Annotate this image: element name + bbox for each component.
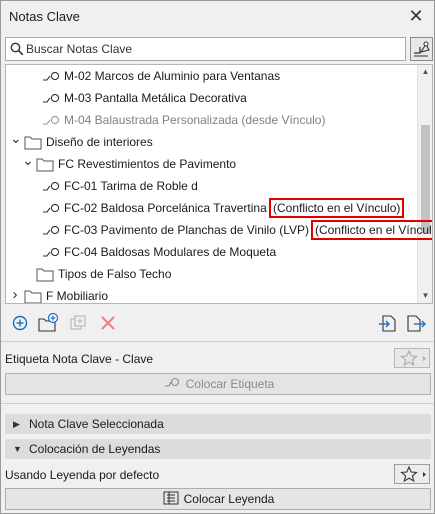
export-icon[interactable] xyxy=(405,312,427,334)
tree-item-label: FC Revestimientos de Pavimento xyxy=(58,157,237,171)
key-note-icon xyxy=(43,93,60,103)
label-section-title: Etiqueta Nota Clave - Clave xyxy=(5,352,154,366)
search-box[interactable] xyxy=(5,37,406,61)
key-note-icon xyxy=(43,115,60,125)
tree-key-note-row[interactable]: M-04 Balaustrada Personalizada (desde Ví… xyxy=(6,109,416,131)
chevron-down-icon[interactable]: ⌄ xyxy=(10,127,22,149)
import-icon[interactable] xyxy=(377,312,399,334)
key-note-icon xyxy=(43,71,60,81)
tree-item-label: FC-03 Pavimento de Planchas de Vinilo (L… xyxy=(64,223,310,237)
key-note-icon xyxy=(43,225,60,235)
tree-item-label: Tipos de Falso Techo xyxy=(58,267,172,281)
delete-icon[interactable] xyxy=(97,312,119,334)
close-icon[interactable]: ✕ xyxy=(406,6,426,26)
legend-favorites-button[interactable] xyxy=(394,464,430,484)
tree-key-note-row[interactable]: FC-01 Tarima de Roble d xyxy=(6,175,416,197)
tree-item-label: F Mobiliario xyxy=(46,289,109,303)
search-icon xyxy=(10,42,24,56)
legend-placement-section[interactable]: ▼ Colocación de Leyendas xyxy=(5,439,431,459)
tree-key-note-row[interactable]: M-02 Marcos de Aluminio para Ventanas xyxy=(6,65,416,87)
place-legend-text: Colocar Leyenda xyxy=(183,492,275,506)
link-conflict-badge: (Conflicto en el Vínculo) xyxy=(311,220,432,240)
tree-key-note-row[interactable]: FC-04 Baldosas Modulares de Moqueta xyxy=(6,241,416,263)
tree-item-label: Diseño de interiores xyxy=(46,135,153,149)
key-note-icon xyxy=(43,181,60,191)
tree-folder-row[interactable]: › F Mobiliario xyxy=(6,284,416,303)
title-bar: Notas Clave ✕ xyxy=(1,1,434,33)
tree-folder-row[interactable]: ⌄ FC Revestimientos de Pavimento xyxy=(6,152,416,175)
legend-section-title: Colocación de Leyendas xyxy=(29,442,161,456)
tree-item-label: FC-02 Baldosa Porcelánica Travertina xyxy=(64,201,267,215)
link-conflict-badge: (Conflicto en el Vínculo) xyxy=(269,198,405,218)
tree-item-label: M-04 Balaustrada Personalizada (desde Ví… xyxy=(64,113,326,127)
folder-icon xyxy=(36,268,54,282)
divider xyxy=(1,403,434,404)
folder-icon xyxy=(36,158,54,172)
legend-icon xyxy=(163,491,179,505)
folder-icon xyxy=(24,136,42,150)
scroll-thumb[interactable] xyxy=(421,125,430,233)
duplicate-icon[interactable] xyxy=(67,312,89,334)
add-key-note-icon[interactable] xyxy=(9,312,31,334)
tree-item-label: M-03 Pantalla Metálica Decorativa xyxy=(64,91,247,105)
divider xyxy=(1,341,434,342)
tree-key-note-row[interactable]: FC-03 Pavimento de Planchas de Vinilo (L… xyxy=(6,219,432,241)
add-folder-icon[interactable] xyxy=(37,312,59,334)
tree-key-note-row[interactable]: M-03 Pantalla Metálica Decorativa xyxy=(6,87,416,109)
tree-folder-row[interactable]: ⌄ Diseño de interiores xyxy=(6,130,416,153)
search-options-button[interactable] xyxy=(410,37,433,61)
collapsed-arrow-icon: ▶ xyxy=(13,419,20,429)
folder-icon xyxy=(24,290,42,303)
tree-toolbar xyxy=(1,309,434,337)
key-note-icon xyxy=(43,203,60,213)
place-label-text: Colocar Etiqueta xyxy=(185,377,275,391)
star-icon xyxy=(400,349,426,367)
selected-section-title: Nota Clave Seleccionada xyxy=(29,417,164,431)
tree-item-label: FC-01 Tarima de Roble d xyxy=(64,179,198,193)
chevron-down-icon[interactable]: ⌄ xyxy=(22,149,34,171)
tree-item-label: M-02 Marcos de Aluminio para Ventanas xyxy=(64,69,281,83)
key-notes-panel: Notas Clave ✕ ▲ ▼ M-02 Marcos de Alumini… xyxy=(0,0,435,514)
legend-default-text: Usando Leyenda por defecto xyxy=(5,468,160,482)
tree-key-note-row[interactable]: FC-02 Baldosa Porcelánica Travertina (Con… xyxy=(6,197,416,219)
scroll-up-icon[interactable]: ▲ xyxy=(418,65,432,79)
key-note-icon xyxy=(43,247,60,257)
expanded-arrow-icon: ▼ xyxy=(13,444,22,454)
search-filter-icon xyxy=(414,41,430,57)
place-legend-button[interactable]: Colocar Leyenda xyxy=(5,488,431,510)
place-label-button[interactable]: Colocar Etiqueta xyxy=(5,373,431,395)
label-tag-icon xyxy=(164,377,179,387)
chevron-right-icon[interactable]: › xyxy=(10,284,20,303)
selected-key-note-section[interactable]: ▶ Nota Clave Seleccionada xyxy=(5,414,431,434)
tree-folder-row[interactable]: Tipos de Falso Techo xyxy=(6,263,416,285)
tree-item-label: FC-04 Baldosas Modulares de Moqueta xyxy=(64,245,277,259)
key-notes-tree[interactable]: ▲ ▼ M-02 Marcos de Aluminio para Ventana… xyxy=(5,64,433,304)
scroll-down-icon[interactable]: ▼ xyxy=(418,289,432,303)
search-row xyxy=(1,37,434,63)
star-icon xyxy=(400,465,426,483)
panel-title: Notas Clave xyxy=(9,9,80,24)
label-favorites-button[interactable] xyxy=(394,348,430,368)
tree-scrollbar[interactable]: ▲ ▼ xyxy=(417,65,432,303)
search-input[interactable] xyxy=(26,40,396,58)
